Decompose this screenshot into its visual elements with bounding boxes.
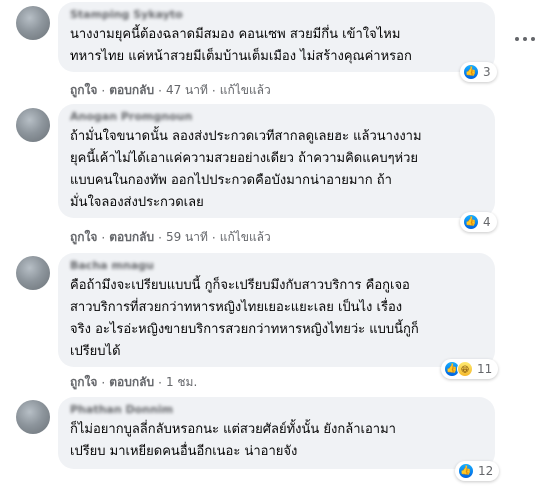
comment-bubble: Phathan Donnim ก็ไม่อยากบูลลี่กลับหรอกนะ…	[58, 397, 495, 469]
like-button[interactable]: ถูกใจ	[70, 81, 97, 100]
edited-label[interactable]: แก้ไขแล้ว	[220, 228, 271, 247]
thumbs-up-icon: 👍	[458, 463, 474, 479]
comment-time[interactable]: 1 ชม.	[166, 373, 197, 392]
comment-text: ถ้ามั่นใจขนาดนั้น ลองส่งประกวดเวทีสากลดู…	[70, 129, 422, 210]
reaction-summary[interactable]: 👍 3	[460, 62, 497, 82]
comment-bubble: Stamping Sykayto นางงามยุคนี้ต้องฉลาดมีส…	[58, 2, 495, 72]
haha-icon: 😆	[457, 361, 473, 377]
comment-text: นางงามยุคนี้ต้องฉลาดมีสมอง คอนเซพ สวยมีก…	[70, 27, 412, 64]
thumbs-up-icon: 👍	[463, 64, 479, 80]
separator-dot: ·	[211, 83, 216, 98]
comment-author[interactable]: Stamping Sykayto	[70, 8, 483, 22]
reaction-summary[interactable]: 👍 😆 11	[441, 359, 499, 379]
avatar[interactable]	[16, 400, 50, 434]
comment-text: ก็ไม่อยากบูลลี่กลับหรอกนะ แต่สวยศัลย์ทั้…	[70, 422, 396, 459]
reply-button[interactable]: ตอบกลับ	[109, 228, 154, 247]
reaction-summary[interactable]: 👍 12	[455, 461, 500, 481]
avatar[interactable]	[16, 6, 50, 40]
separator-dot: ·	[101, 375, 106, 390]
reaction-count: 12	[478, 464, 494, 478]
edited-label[interactable]: แก้ไขแล้ว	[220, 81, 271, 100]
separator-dot: ·	[101, 230, 106, 245]
separator-dot: ·	[158, 375, 162, 390]
separator-dot: ·	[211, 230, 216, 245]
reaction-count: 4	[483, 215, 491, 229]
separator-dot: ·	[158, 83, 162, 98]
comment-bubble: Anogan Promgnoun ถ้ามั่นใจขนาดนั้น ลองส่…	[58, 104, 495, 218]
separator-dot: ·	[158, 230, 162, 245]
avatar[interactable]	[16, 108, 50, 142]
comment-bubble: Bacha mnagu คือถ้ามึงจะเปรียบแบบนี้ กูก็…	[58, 253, 495, 367]
comment-text: คือถ้ามึงจะเปรียบแบบนี้ กูก็จะเปรียบมึงก…	[70, 278, 419, 359]
comment-actions: ถูกใจ · ตอบกลับ · 47 นาที · แก้ไขแล้ว	[70, 81, 271, 100]
comment-author[interactable]: Anogan Promgnoun	[70, 110, 483, 124]
thumbs-up-icon: 👍	[463, 214, 479, 230]
reaction-count: 11	[477, 362, 493, 376]
comment-time[interactable]: 47 นาที	[166, 81, 208, 100]
reply-button[interactable]: ตอบกลับ	[109, 81, 154, 100]
like-button[interactable]: ถูกใจ	[70, 228, 97, 247]
comment-author[interactable]: Bacha mnagu	[70, 259, 483, 273]
like-button[interactable]: ถูกใจ	[70, 373, 97, 392]
comment-author[interactable]: Phathan Donnim	[70, 403, 483, 417]
comment-time[interactable]: 59 นาที	[166, 228, 208, 247]
reaction-count: 3	[483, 65, 491, 79]
comment-actions: ถูกใจ · ตอบกลับ · 59 นาที · แก้ไขแล้ว	[70, 228, 271, 247]
reply-button[interactable]: ตอบกลับ	[109, 373, 154, 392]
separator-dot: ·	[101, 83, 106, 98]
more-options-icon[interactable]	[515, 32, 535, 46]
avatar[interactable]	[16, 256, 50, 290]
reaction-summary[interactable]: 👍 4	[460, 212, 497, 232]
comment-actions: ถูกใจ · ตอบกลับ · 1 ชม.	[70, 373, 197, 392]
